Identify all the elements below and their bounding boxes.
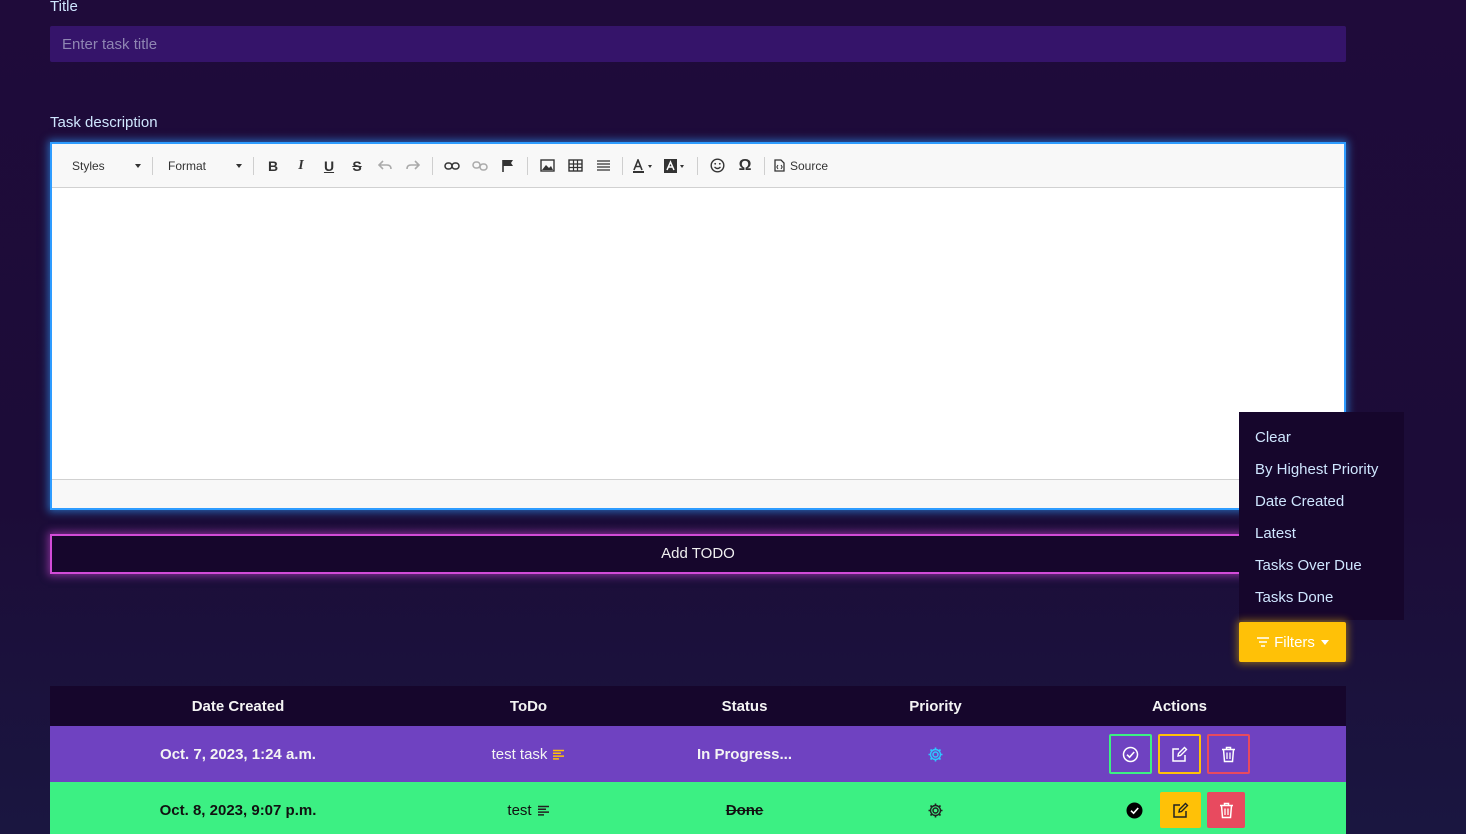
- bold-button[interactable]: B: [259, 153, 287, 179]
- row-actions: [1013, 792, 1346, 828]
- toolbar-divider: [527, 156, 528, 175]
- add-todo-button[interactable]: Add TODO: [50, 534, 1346, 574]
- table-button[interactable]: [561, 153, 589, 179]
- rich-text-editor: Styles Format B I U S Ω Source: [50, 142, 1346, 510]
- strikethrough-button[interactable]: S: [343, 153, 371, 179]
- underline-button[interactable]: U: [315, 153, 343, 179]
- background-color-icon: [664, 158, 684, 173]
- row-todo[interactable]: test: [426, 802, 631, 819]
- emoji-button[interactable]: [703, 153, 731, 179]
- unlink-button[interactable]: [466, 153, 494, 179]
- row-status: Done: [725, 801, 764, 819]
- column-header-todo[interactable]: ToDo: [426, 698, 631, 715]
- title-label: Title: [50, 0, 78, 15]
- row-status: In Progress...: [696, 745, 793, 763]
- done-indicator: [1114, 792, 1154, 828]
- trash-icon: [1219, 802, 1233, 818]
- italic-button[interactable]: I: [287, 153, 315, 179]
- todo-title: test task: [491, 745, 548, 763]
- undo-icon: [378, 159, 392, 170]
- filters-button[interactable]: Filters: [1239, 622, 1346, 662]
- filters-button-label: Filters: [1274, 633, 1315, 651]
- styles-dropdown-label: Styles: [72, 158, 105, 173]
- toolbar-divider: [152, 156, 153, 175]
- edit-icon: [1173, 802, 1189, 818]
- description-lines-icon[interactable]: [552, 749, 565, 760]
- gear-icon: [928, 747, 943, 761]
- toolbar-divider: [764, 156, 765, 175]
- link-button[interactable]: [438, 153, 466, 179]
- flag-icon: [502, 159, 513, 172]
- edit-button[interactable]: [1158, 734, 1201, 774]
- filters-dropdown-menu: Clear By Highest Priority Date Created L…: [1239, 412, 1404, 620]
- check-circle-filled-icon: [1126, 802, 1142, 818]
- row-priority: [858, 746, 1013, 763]
- filter-lines-icon: [1257, 637, 1270, 647]
- description-label: Task description: [50, 114, 158, 131]
- horizontal-rule-button[interactable]: [589, 153, 617, 179]
- row-priority: [858, 802, 1013, 819]
- styles-dropdown[interactable]: Styles: [62, 153, 147, 179]
- filter-option-latest[interactable]: Latest: [1239, 518, 1404, 550]
- todo-table: Date Created ToDo Status Priority Action…: [50, 686, 1346, 834]
- format-dropdown-label: Format: [168, 158, 207, 173]
- format-dropdown[interactable]: Format: [158, 153, 248, 179]
- source-icon: [774, 159, 785, 172]
- todo-title: test: [507, 801, 532, 819]
- row-date: Oct. 7, 2023, 1:24 a.m.: [160, 745, 316, 763]
- toolbar-divider: [697, 156, 698, 175]
- editor-content-area[interactable]: [52, 188, 1344, 479]
- column-header-actions: Actions: [1151, 697, 1207, 715]
- image-button[interactable]: [533, 153, 561, 179]
- table-icon: [567, 159, 583, 172]
- gear-icon: [928, 803, 943, 817]
- editor-status-bar: [52, 479, 1344, 508]
- filter-option-tasks-done[interactable]: Tasks Done: [1239, 582, 1404, 614]
- table-row: Oct. 7, 2023, 1:24 a.m. test task In Pro…: [50, 726, 1346, 782]
- source-button[interactable]: Source: [770, 153, 832, 179]
- title-input[interactable]: [50, 26, 1346, 62]
- row-todo[interactable]: test task: [426, 746, 631, 763]
- column-header-status[interactable]: Status: [631, 698, 858, 715]
- filter-option-clear[interactable]: Clear: [1239, 422, 1404, 454]
- filter-option-over-due[interactable]: Tasks Over Due: [1239, 550, 1404, 582]
- redo-icon: [406, 159, 420, 170]
- chevron-down-icon: [236, 163, 242, 168]
- filter-option-highest-priority[interactable]: By Highest Priority: [1239, 454, 1404, 486]
- complete-button[interactable]: [1109, 734, 1152, 774]
- table-row: Oct. 8, 2023, 9:07 p.m. test Done: [50, 782, 1346, 834]
- link-icon: [444, 161, 460, 170]
- text-color-button[interactable]: [628, 153, 660, 179]
- text-color-icon: [633, 158, 652, 173]
- filter-option-date-created[interactable]: Date Created: [1239, 486, 1404, 518]
- special-character-button[interactable]: Ω: [731, 153, 759, 179]
- delete-button[interactable]: [1207, 792, 1245, 828]
- smiley-icon: [709, 158, 725, 173]
- undo-button[interactable]: [371, 153, 399, 179]
- description-lines-icon[interactable]: [537, 805, 550, 816]
- table-header: Date Created ToDo Status Priority Action…: [50, 686, 1346, 726]
- toolbar-divider: [432, 156, 433, 175]
- unlink-icon: [472, 160, 488, 171]
- row-actions: [1013, 734, 1346, 774]
- check-circle-icon: [1122, 746, 1139, 762]
- chevron-down-icon: [135, 163, 141, 168]
- delete-button[interactable]: [1207, 734, 1250, 774]
- caret-down-icon: [1320, 639, 1329, 645]
- source-label: Source: [790, 158, 829, 173]
- image-icon: [539, 159, 555, 172]
- editor-toolbar: Styles Format B I U S Ω Source: [52, 144, 1344, 188]
- anchor-button[interactable]: [494, 153, 522, 179]
- background-color-button[interactable]: [660, 153, 692, 179]
- edit-icon: [1172, 746, 1188, 762]
- trash-icon: [1222, 746, 1235, 762]
- row-date: Oct. 8, 2023, 9:07 p.m.: [159, 801, 317, 819]
- edit-button[interactable]: [1160, 792, 1201, 828]
- toolbar-divider: [253, 156, 254, 175]
- column-header-date[interactable]: Date Created: [50, 698, 426, 715]
- column-header-priority[interactable]: Priority: [858, 698, 1013, 715]
- toolbar-divider: [622, 156, 623, 175]
- horizontal-rule-icon: [596, 160, 610, 171]
- redo-button[interactable]: [399, 153, 427, 179]
